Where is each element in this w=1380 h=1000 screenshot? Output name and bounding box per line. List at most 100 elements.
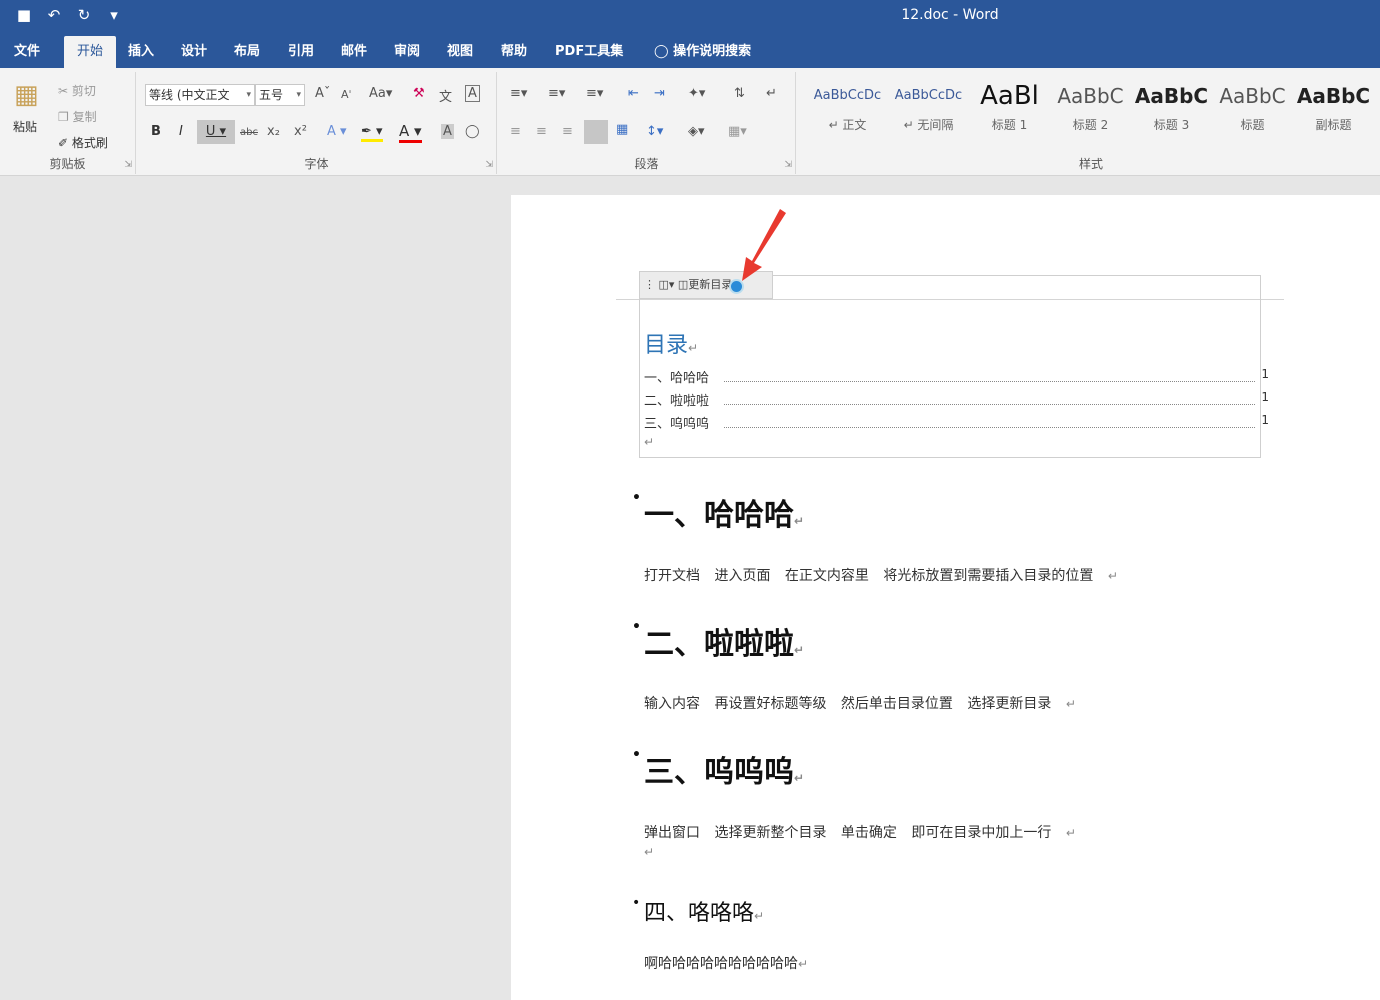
scissors-icon: ✂ xyxy=(58,84,69,98)
font-name-combo[interactable]: 等线 (中文正文 ▾ xyxy=(145,84,255,106)
toc-entry[interactable]: 二、啦啦啦 1 xyxy=(644,390,1269,410)
style-heading-3[interactable]: AaBbC 标题 3 xyxy=(1131,80,1212,140)
superscript-icon[interactable]: x² xyxy=(294,124,307,139)
ribbon-tabs: 文件 开始 插入 设计 布局 引用 邮件 审阅 视图 帮助 PDF工具集 ◯ 操… xyxy=(0,36,1380,68)
clipboard-group: ▦ 粘贴 ✂ 剪切 ❐ 复制 ✐ 格式刷 剪贴板 ⇲ xyxy=(0,72,136,174)
body-paragraph[interactable]: 弹出窗口 选择更新整个目录 单击确定 即可在目录中加上一行 ↵ xyxy=(644,822,1076,842)
lightbulb-icon: ◯ xyxy=(654,44,669,59)
grow-font-icon[interactable]: Aˇ xyxy=(315,86,330,101)
show-marks-icon[interactable]: ↵ xyxy=(766,86,777,101)
style-subtitle[interactable]: AaBbC 副标题 xyxy=(1293,80,1374,140)
font-size-combo[interactable]: 五号 ▾ xyxy=(255,84,305,106)
numbering-icon[interactable]: ≡▾ xyxy=(548,86,565,101)
toc-entry[interactable]: 一、哈哈哈 1 xyxy=(644,367,1269,387)
handle-icon[interactable]: ⋮ xyxy=(644,278,655,291)
subscript-icon[interactable]: x₂ xyxy=(267,124,280,139)
justify-icon[interactable] xyxy=(584,120,608,144)
change-case-icon[interactable]: Aa▾ xyxy=(369,86,392,101)
font-color-icon[interactable]: A ▾ xyxy=(399,122,422,143)
style-heading-2[interactable]: AaBbC 标题 2 xyxy=(1050,80,1131,140)
italic-icon[interactable]: I xyxy=(179,124,183,139)
tell-me-search[interactable]: ◯ 操作说明搜索 xyxy=(648,36,757,68)
clear-format-icon[interactable]: ⚒ xyxy=(413,86,425,101)
format-painter-button[interactable]: ✐ 格式刷 xyxy=(58,134,108,151)
shading-icon[interactable]: ◈▾ xyxy=(688,124,705,139)
distributed-icon[interactable]: ▦ xyxy=(616,122,628,137)
strikethrough-icon[interactable]: abc xyxy=(240,127,258,138)
paste-icon[interactable]: ▦ xyxy=(14,80,39,110)
style-title[interactable]: AaBbC 标题 xyxy=(1212,80,1293,140)
chevron-down-icon: ▾ xyxy=(296,90,301,100)
dialog-launcher-icon[interactable]: ⇲ xyxy=(485,160,493,170)
tab-insert[interactable]: 插入 xyxy=(122,36,160,68)
clipboard-label: 剪贴板 xyxy=(49,157,86,171)
font-group: 等线 (中文正文 ▾ 五号 ▾ Aˇ Aˈ Aa▾ ⚒ 文 A B I U ▾ ab… xyxy=(137,72,497,174)
tab-references[interactable]: 引用 xyxy=(282,36,320,68)
align-left-icon[interactable]: ≡ xyxy=(510,124,521,139)
cut-button[interactable]: ✂ 剪切 xyxy=(58,82,96,99)
styles-group: AaBbCcDc ↵ 正文 AaBbCcDc ↵ 无间隔 AaBl 标题 1 A… xyxy=(802,72,1380,174)
paragraph-mark: ↵ xyxy=(644,845,655,859)
tab-layout[interactable]: 布局 xyxy=(228,36,266,68)
tab-design[interactable]: 设计 xyxy=(175,36,213,68)
tab-home[interactable]: 开始 xyxy=(64,36,116,68)
dialog-launcher-icon[interactable]: ⇲ xyxy=(124,160,132,170)
tab-pdf-tools[interactable]: PDF工具集 xyxy=(549,36,629,68)
toc-entry[interactable]: 三、呜呜呜 1 xyxy=(644,413,1269,433)
update-icon: ◫ xyxy=(677,278,689,291)
chevron-down-icon: ▾ xyxy=(246,90,251,100)
body-paragraph[interactable]: 输入内容 再设置好标题等级 然后单击目录位置 选择更新目录 ↵ xyxy=(644,693,1076,713)
cursor-icon xyxy=(729,279,744,294)
toc-title: 目录↵ xyxy=(644,333,699,358)
heading-1[interactable]: • 一、哈哈哈↵ xyxy=(632,490,804,534)
paste-button[interactable]: 粘贴 xyxy=(13,118,37,135)
align-center-icon[interactable]: ≡ xyxy=(536,124,547,139)
style-no-spacing[interactable]: AaBbCcDc ↵ 无间隔 xyxy=(888,80,969,140)
tab-review[interactable]: 审阅 xyxy=(388,36,426,68)
red-arrow-annotation xyxy=(742,209,786,281)
underline-icon[interactable]: U ▾ xyxy=(197,120,235,144)
paragraph-mark: ↵ xyxy=(644,435,655,449)
shrink-font-icon[interactable]: Aˈ xyxy=(341,88,352,101)
char-border-icon[interactable]: A xyxy=(465,85,480,102)
title-bar: ■ ↶ ↻ ▾ 12.doc - Word xyxy=(0,0,1380,36)
align-right-icon[interactable]: ≡ xyxy=(562,124,573,139)
heading-4[interactable]: • 四、咯咯咯↵ xyxy=(632,895,764,927)
styles-label: 样式 xyxy=(1078,157,1103,171)
increase-indent-icon[interactable]: ⇥ xyxy=(654,86,665,101)
doc-icon[interactable]: ◫▾ xyxy=(659,278,675,291)
tab-mailings[interactable]: 邮件 xyxy=(335,36,373,68)
multilevel-list-icon[interactable]: ≡▾ xyxy=(586,86,603,101)
chinese-layout-icon[interactable]: ✦▾ xyxy=(688,86,705,101)
enclose-char-icon[interactable]: ◯ xyxy=(465,124,480,139)
body-paragraph[interactable]: 啊哈哈哈哈哈哈哈哈哈哈↵ xyxy=(644,953,808,973)
decrease-indent-icon[interactable]: ⇤ xyxy=(628,86,639,101)
brush-icon: ✐ xyxy=(58,136,69,150)
char-shading-icon[interactable]: A xyxy=(441,124,454,139)
heading-3[interactable]: • 三、呜呜呜↵ xyxy=(632,747,804,791)
paragraph-label: 段落 xyxy=(634,157,659,171)
bullets-icon[interactable]: ≡▾ xyxy=(510,86,527,101)
bold-icon[interactable]: B xyxy=(151,124,161,139)
ribbon: ▦ 粘贴 ✂ 剪切 ❐ 复制 ✐ 格式刷 剪贴板 ⇲ 等线 (中文正文 ▾ 五号 ▾… xyxy=(0,68,1380,176)
copy-button[interactable]: ❐ 复制 xyxy=(58,108,97,125)
heading-2[interactable]: • 二、啦啦啦↵ xyxy=(632,619,804,663)
window-title: 12.doc - Word xyxy=(901,7,999,23)
body-paragraph[interactable]: 打开文档 进入页面 在正文内容里 将光标放置到需要插入目录的位置 ↵ xyxy=(644,565,1118,585)
line-spacing-icon[interactable]: ↕▾ xyxy=(646,124,663,139)
highlight-icon[interactable]: ✒ ▾ xyxy=(361,124,383,142)
document-page[interactable]: ⋮ ◫▾ ◫更新目录... 目录↵ 一、哈哈哈 1 二、啦啦啦 1 三、呜呜呜 1 ↵… xyxy=(511,195,1380,1000)
paragraph-group: ≡▾ ≡▾ ≡▾ ⇤ ⇥ ✦▾ ⇅ ↵ ≡ ≡ ≡ ▦ ↕▾ ◈▾ ▦▾ 段落 … xyxy=(498,72,796,174)
text-effects-icon[interactable]: A ▾ xyxy=(327,124,347,139)
style-heading-1[interactable]: AaBl 标题 1 xyxy=(969,80,1050,140)
style-normal[interactable]: AaBbCcDc ↵ 正文 xyxy=(807,80,888,140)
sort-icon[interactable]: ⇅ xyxy=(734,86,745,101)
font-label: 字体 xyxy=(304,157,329,171)
borders-icon[interactable]: ▦▾ xyxy=(728,124,747,139)
copy-icon: ❐ xyxy=(58,110,69,124)
tab-view[interactable]: 视图 xyxy=(441,36,479,68)
tab-file[interactable]: 文件 xyxy=(8,36,46,68)
tab-help[interactable]: 帮助 xyxy=(495,36,533,68)
dialog-launcher-icon[interactable]: ⇲ xyxy=(784,160,792,170)
phonetic-guide-icon[interactable]: 文 xyxy=(439,86,452,105)
